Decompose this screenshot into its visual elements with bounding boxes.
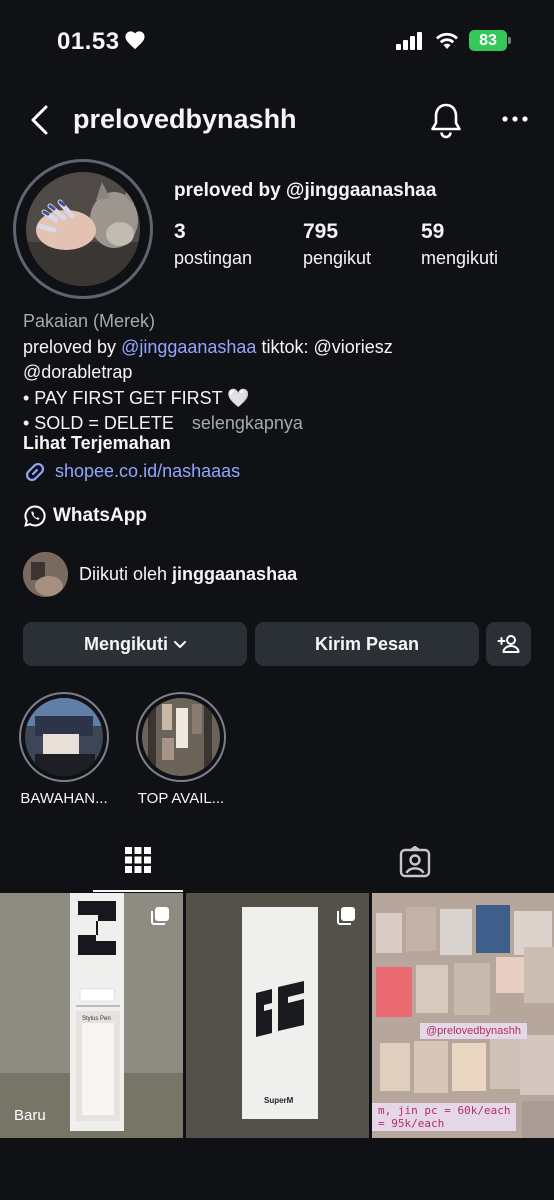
stat-posts[interactable]: 3 postingan	[174, 220, 252, 269]
send-message-button[interactable]: Kirim Pesan	[255, 622, 479, 666]
link-icon	[25, 462, 45, 482]
cellular-signal-icon	[396, 32, 422, 50]
battery-tip	[508, 37, 511, 44]
bottom-area	[0, 1138, 554, 1200]
bio-tiktok: tiktok: @vioriesz	[256, 336, 393, 357]
status-bar: 01.53 83	[0, 0, 554, 80]
post-photo: SuperM	[186, 893, 369, 1138]
highlight-cover-photo	[25, 698, 103, 776]
tab-posts-grid[interactable]	[93, 838, 183, 892]
price-line-2: = 95k/each	[378, 1117, 445, 1130]
followed-by-name: jinggaanashaa	[172, 564, 298, 584]
external-link-text[interactable]: shopee.co.id/nashaaas	[55, 461, 240, 481]
post-thumbnail[interactable]: Stylus Pen Baru	[0, 893, 183, 1138]
avatar[interactable]	[26, 172, 140, 286]
post-photo: Stylus Pen	[0, 893, 183, 1138]
wifi-icon	[436, 32, 458, 49]
stat-posts-count: 3	[174, 220, 186, 243]
story-highlight[interactable]: BAWAHAN...	[4, 692, 124, 807]
profile-tabs	[0, 838, 554, 893]
post-thumbnail[interactable]: SuperM	[186, 893, 369, 1138]
profile-display-name: preloved by @jinggaanashaa	[174, 180, 437, 201]
notification-bell-icon[interactable]	[428, 101, 464, 139]
posts-grid: Stylus Pen Baru SuperM @prelovedbynashh …	[0, 893, 554, 1138]
box-brand: SuperM	[264, 1096, 294, 1105]
stat-followers-count: 795	[303, 220, 339, 243]
highlight-cover	[25, 698, 103, 776]
multiple-photos-icon	[337, 907, 355, 925]
grid-icon	[125, 847, 151, 873]
avatar-photo	[26, 172, 140, 286]
add-person-icon	[497, 635, 519, 653]
external-link[interactable]: shopee.co.id/nashaaas	[23, 460, 240, 484]
profile-avatar-ring[interactable]	[13, 159, 153, 299]
status-time: 01.53	[57, 28, 120, 55]
stat-posts-label: postingan	[174, 248, 253, 268]
price-note: m, jin pc = 60k/each = 95k/each	[372, 1103, 517, 1131]
tab-tagged[interactable]	[370, 838, 460, 892]
stat-following[interactable]: 59 mengikuti	[421, 220, 498, 269]
bio-line-1: preloved by @jinggaanashaa tiktok: @vior…	[23, 335, 538, 361]
following-button[interactable]: Mengikuti	[23, 622, 247, 666]
more-options-icon[interactable]	[500, 107, 530, 131]
highlight-cover	[142, 698, 220, 776]
whatsapp-label: WhatsApp	[53, 505, 147, 527]
highlight-cover-photo	[142, 698, 220, 776]
highlight-label: TOP AVAIL...	[137, 790, 225, 807]
multiple-photos-icon	[151, 907, 169, 925]
profile-category: Pakaian (Merek)	[23, 311, 156, 331]
highlight-ring	[19, 692, 109, 782]
profile-username: prelovedbynashh	[73, 104, 297, 134]
bio-mention-link[interactable]: @jinggaanashaa	[121, 337, 256, 357]
back-arrow-icon[interactable]	[26, 103, 56, 137]
battery-indicator: 83	[469, 30, 507, 51]
whatsapp-link[interactable]: WhatsApp	[23, 504, 147, 528]
chevron-down-icon	[174, 641, 186, 649]
follower-avatar-photo	[23, 552, 68, 597]
followed-by-text: Diikuti oleh jinggaanashaa	[79, 564, 297, 585]
stat-followers-label: pengikut	[303, 248, 372, 268]
profile-bio: Pakaian (Merek) preloved by @jinggaanash…	[23, 309, 538, 437]
new-post-badge: Baru	[14, 1107, 46, 1124]
box-label: Stylus Pen	[82, 1016, 111, 1022]
post-photo	[372, 893, 554, 1138]
post-thumbnail[interactable]: @prelovedbynashh m, jin pc = 60k/each = …	[372, 893, 554, 1138]
tagged-person-icon	[399, 846, 431, 878]
bio-line-4-text: • SOLD = DELETE	[23, 413, 174, 433]
see-more-link[interactable]: selengkapnya	[192, 413, 303, 433]
highlight-label: BAWAHAN...	[20, 790, 108, 807]
price-line-1: m, jin pc = 60k/each	[378, 1104, 511, 1117]
followed-by-prefix: Diikuti oleh	[79, 564, 173, 584]
bio-prefix: preloved by	[23, 336, 122, 357]
see-translation-link[interactable]: Lihat Terjemahan	[23, 433, 171, 454]
following-button-label: Mengikuti	[84, 634, 168, 654]
heart-icon	[125, 31, 145, 50]
stat-followers[interactable]: 795 pengikut	[303, 220, 371, 269]
follower-avatar	[23, 552, 68, 597]
highlight-ring	[136, 692, 226, 782]
stat-following-count: 59	[421, 220, 445, 243]
bio-line-3: • PAY FIRST GET FIRST 🤍	[23, 387, 250, 408]
suggest-people-button[interactable]	[486, 622, 531, 666]
whatsapp-icon	[24, 505, 46, 527]
profile-header: prelovedbynashh	[0, 95, 554, 145]
bio-line-2: @dorabletrap	[23, 362, 133, 382]
story-highlight[interactable]: TOP AVAIL...	[121, 692, 241, 807]
watermark-handle: @prelovedbynashh	[420, 1023, 527, 1039]
stat-following-label: mengikuti	[421, 248, 499, 268]
